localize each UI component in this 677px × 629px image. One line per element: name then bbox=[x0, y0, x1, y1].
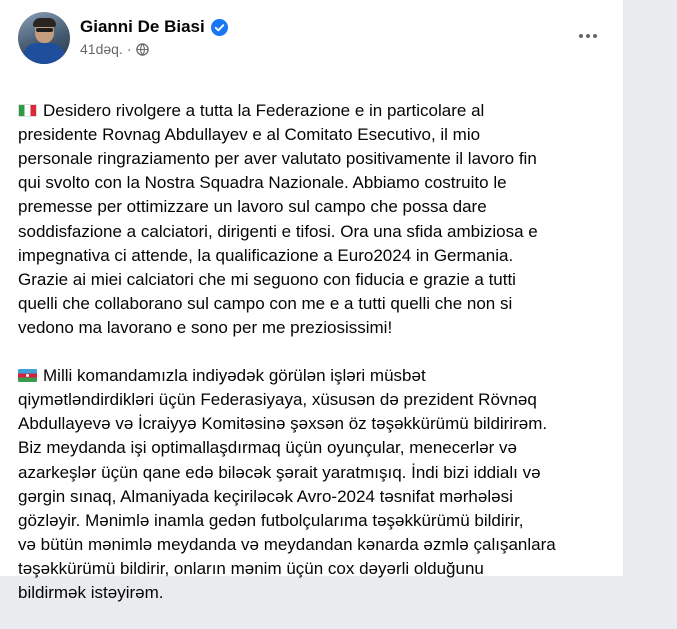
paragraph-azerbaijani-text: Milli komandamızla indiyədək görülən işl… bbox=[18, 366, 556, 602]
more-options-icon[interactable] bbox=[574, 22, 602, 50]
paragraph-azerbaijani: Milli komandamızla indiyədək görülən işl… bbox=[18, 364, 618, 605]
paragraph-italian: Desidero rivolgere a tutta la Federazion… bbox=[18, 99, 618, 340]
post-text: Desidero rivolgere a tutta la Federazion… bbox=[18, 75, 618, 629]
post-card: Gianni De Biasi 41dəq. · Desidero rivolg… bbox=[0, 0, 624, 602]
more-dot bbox=[586, 34, 590, 38]
meta-separator: · bbox=[126, 41, 132, 57]
author-row: Gianni De Biasi bbox=[80, 17, 228, 37]
avatar-glasses bbox=[36, 28, 53, 32]
more-dot bbox=[593, 34, 597, 38]
italy-flag-icon bbox=[18, 104, 37, 118]
azerbaijan-flag-icon bbox=[18, 369, 37, 383]
post-meta: 41dəq. · bbox=[80, 41, 149, 57]
more-dot bbox=[579, 34, 583, 38]
paragraph-italian-text: Desidero rivolgere a tutta la Federazion… bbox=[18, 101, 538, 337]
author-name[interactable]: Gianni De Biasi bbox=[80, 17, 205, 37]
author-avatar[interactable] bbox=[18, 12, 70, 64]
verified-badge-icon bbox=[210, 18, 228, 36]
globe-icon[interactable] bbox=[135, 42, 149, 56]
post-time[interactable]: 41dəq. bbox=[80, 41, 123, 57]
avatar-shirt bbox=[23, 43, 65, 64]
post-header: Gianni De Biasi 41dəq. · bbox=[14, 12, 610, 66]
avatar-hair bbox=[33, 18, 56, 27]
